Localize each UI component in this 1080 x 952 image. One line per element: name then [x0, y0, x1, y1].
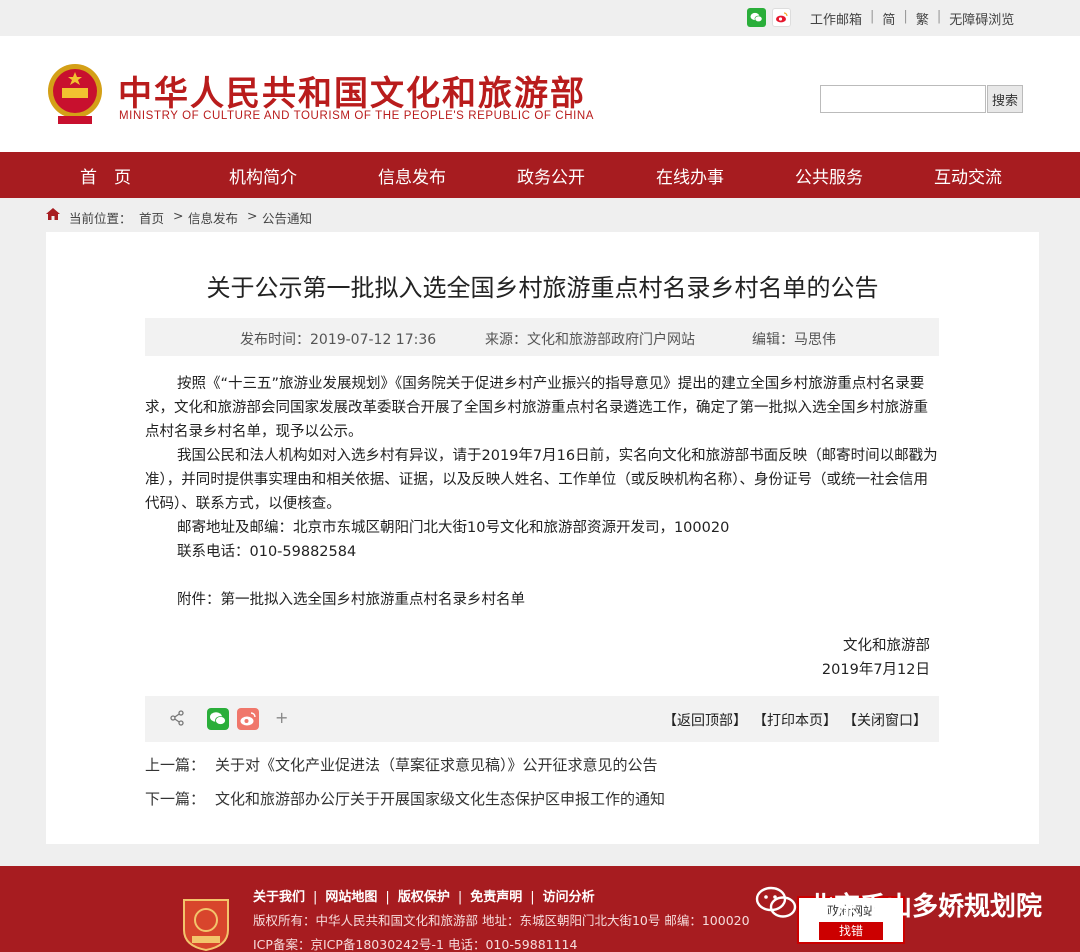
next-article-link[interactable]: 文化和旅游部办公厅关于开展国家级文化生态保护区申报工作的通知	[215, 790, 665, 808]
publish-time: 发布时间：2019-07-12 17:36	[240, 332, 437, 348]
share-weibo-icon[interactable]	[237, 708, 259, 730]
accessibility-link[interactable]: 无障碍浏览	[949, 9, 1014, 28]
prev-article-link[interactable]: 关于对《文化产业促进法（草案征求意见稿）》公开征求意见的公告	[215, 756, 658, 774]
breadcrumb: 当前位置： 首页 > 信息发布 > 公告通知	[0, 198, 1080, 232]
paragraph: 按照《“十三五”旅游业发展规划》《国务院关于促进乡村产业振兴的指导意见》提出的建…	[145, 376, 928, 440]
back-to-top-link[interactable]: 【返回顶部】	[663, 710, 747, 730]
separator: |	[457, 890, 463, 905]
search-button[interactable]: 搜索	[987, 85, 1023, 113]
footer-icp: ICP备案：京ICP备18030242号-1 电话：010-59881114	[253, 937, 578, 952]
footer-copyright: 版权所有：中华人民共和国文化和旅游部 地址：东城区朝阳门北大街10号 邮编：10…	[253, 913, 750, 928]
footer-link-sitemap[interactable]: 网站地图	[325, 890, 377, 905]
footer-link-copyright[interactable]: 版权保护	[398, 890, 450, 905]
breadcrumb-sep: >	[173, 208, 184, 223]
national-emblem-icon	[48, 64, 102, 124]
close-window-link[interactable]: 【关闭窗口】	[843, 710, 927, 730]
breadcrumb-sep: >	[247, 208, 258, 223]
article-card: 关于公示第一批拟入选全国乡村旅游重点村名录乡村名单的公告 发布时间：2019-0…	[46, 232, 1039, 844]
breadcrumb-news[interactable]: 信息发布	[188, 208, 238, 227]
toolbar-links: 【返回顶部】 【打印本页】 【关闭窗口】	[663, 710, 927, 730]
article-body: 按照《“十三五”旅游业发展规划》《国务院关于促进乡村产业振兴的指导意见》提出的建…	[145, 372, 939, 612]
footer-link-about[interactable]: 关于我们	[253, 890, 305, 905]
separator: |	[385, 890, 390, 905]
nav-item-about[interactable]: 机构简介	[229, 163, 297, 188]
paragraph: 邮寄地址及邮编：北京市东城区朝阳门北大街10号文化和旅游部资源开发司，10002…	[177, 520, 730, 536]
work-email-link[interactable]: 工作邮箱	[810, 9, 862, 28]
footer-links: 关于我们 | 网站地图 | 版权保护 | 免责声明 | 访问分析	[253, 886, 595, 905]
signature-org: 文化和旅游部	[843, 638, 930, 654]
prev-label: 上一篇：	[145, 756, 206, 774]
next-article: 下一篇： 文化和旅游部办公厅关于开展国家级文化生态保护区申报工作的通知	[145, 788, 665, 809]
nav-item-public-services[interactable]: 公共服务	[795, 163, 863, 188]
wechat-watermark-icon	[755, 886, 797, 918]
signature-date: 2019年7月12日	[821, 662, 930, 678]
site-subtitle: MINISTRY OF CULTURE AND TOURISM OF THE P…	[119, 110, 595, 122]
article-title: 关于公示第一批拟入选全国乡村旅游重点村名录乡村名单的公告	[206, 274, 879, 302]
article-toolbar: + 【返回顶部】 【打印本页】 【关闭窗口】	[145, 696, 939, 742]
footer-link-disclaimer[interactable]: 免责声明	[470, 890, 522, 905]
paragraph: 我国公民和法人机构如对入选乡村有异议，请于2019年7月16日前，实名向文化和旅…	[145, 448, 938, 512]
nav-item-home[interactable]: 首 页	[80, 163, 131, 188]
paragraph: 联系电话：010-59882584	[177, 544, 357, 560]
article-editor: 编辑：马思伟	[752, 332, 836, 348]
footer-link-analytics[interactable]: 访问分析	[543, 890, 595, 905]
share-icon[interactable]	[169, 710, 185, 726]
utility-links: 工作邮箱 | 简 | 繁 | 无障碍浏览	[810, 9, 1014, 28]
separator: |	[313, 890, 318, 905]
separator: |	[936, 9, 942, 24]
breadcrumb-notices[interactable]: 公告通知	[262, 208, 312, 227]
main-nav: 首 页 机构简介 信息发布 政务公开 在线办事 公共服务 互动交流	[0, 152, 1080, 198]
nav-item-news[interactable]: 信息发布	[378, 163, 446, 188]
separator: |	[903, 9, 908, 24]
next-label: 下一篇：	[145, 790, 206, 808]
party-gov-badge-icon[interactable]	[180, 894, 232, 952]
site-title: 中华人民共和国文化和旅游部	[118, 74, 586, 114]
site-footer: 关于我们 | 网站地图 | 版权保护 | 免责声明 | 访问分析 版权所有：中华人民共和国文化和…	[0, 866, 1080, 952]
attachment-link[interactable]: 附件：第一批拟入选全国乡村旅游重点村名录乡村名单	[145, 588, 939, 612]
watermark-text: 北京千山多娇规划院	[808, 892, 1043, 922]
share-wechat-icon[interactable]	[207, 708, 229, 730]
social-icons	[747, 8, 791, 27]
nav-item-interaction[interactable]: 互动交流	[934, 163, 1002, 188]
separator: |	[870, 9, 875, 24]
prev-article: 上一篇： 关于对《文化产业促进法（草案征求意见稿）》公开征求意见的公告	[145, 754, 658, 775]
wechat-icon[interactable]	[747, 8, 766, 27]
share-more-icon[interactable]: +	[275, 708, 288, 727]
report-error-button[interactable]: 找错	[819, 922, 883, 940]
home-icon	[46, 208, 60, 220]
breadcrumb-home[interactable]: 首页	[139, 208, 164, 227]
site-header: 中华人民共和国文化和旅游部 MINISTRY OF CULTURE AND TO…	[0, 36, 1080, 152]
nav-item-online-services[interactable]: 在线办事	[656, 163, 724, 188]
traditional-link[interactable]: 繁	[916, 9, 929, 28]
search-input[interactable]	[820, 85, 986, 113]
article-meta: 发布时间：2019-07-12 17:36 来源：文化和旅游部政府门户网站 编辑…	[145, 318, 939, 356]
nav-item-gov-affairs[interactable]: 政务公开	[517, 163, 585, 188]
print-page-link[interactable]: 【打印本页】	[753, 710, 837, 730]
top-utility-bar: 工作邮箱 | 简 | 繁 | 无障碍浏览	[0, 0, 1080, 36]
article-source: 来源：文化和旅游部政府门户网站	[485, 332, 695, 348]
separator: |	[530, 890, 535, 905]
breadcrumb-label: 当前位置：	[69, 211, 132, 226]
weibo-icon[interactable]	[772, 8, 791, 27]
simplified-link[interactable]: 简	[882, 9, 895, 28]
